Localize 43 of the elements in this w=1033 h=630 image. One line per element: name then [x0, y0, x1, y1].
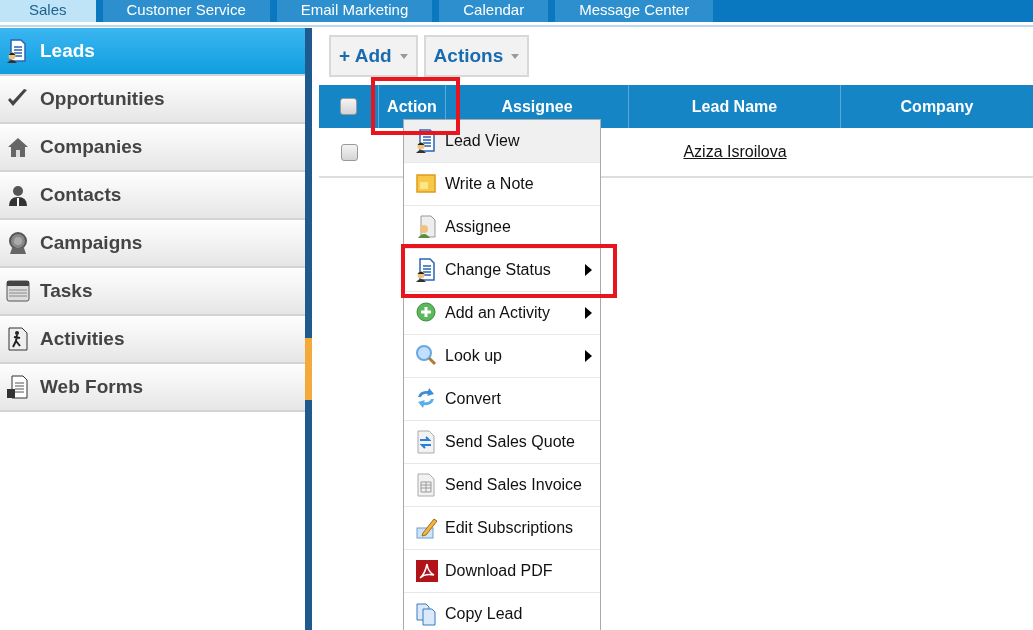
pencil-icon: [415, 516, 439, 540]
tab[interactable]: Email Marketing: [276, 0, 433, 22]
menu-item[interactable]: Send Sales Invoice: [404, 464, 600, 507]
toolbar-button[interactable]: Actions: [423, 35, 530, 77]
caret-icon: [399, 53, 408, 59]
house-icon: [6, 135, 30, 159]
select-all-checkbox[interactable]: [340, 98, 357, 115]
menu-item[interactable]: Edit Subscriptions: [404, 507, 600, 550]
menu-item[interactable]: Lead View: [404, 120, 600, 163]
magnifier-icon: [415, 344, 439, 368]
splitter-bar[interactable]: [305, 28, 312, 630]
copy-pages-icon: [415, 602, 439, 626]
document-icon: [6, 375, 30, 399]
menu-item[interactable]: Convert: [404, 378, 600, 421]
menu-item[interactable]: Download PDF: [404, 550, 600, 593]
column-header[interactable]: Action: [387, 97, 437, 116]
menu-item[interactable]: Copy Lead: [404, 593, 600, 630]
menu-item[interactable]: Add an Activity: [404, 292, 600, 335]
menu-item[interactable]: Send Sales Quote: [404, 421, 600, 464]
tab[interactable]: Message Center: [555, 0, 714, 22]
tab[interactable]: Customer Service: [102, 0, 270, 22]
menu-item[interactable]: Assignee: [404, 206, 600, 249]
tab[interactable]: Sales: [0, 0, 96, 22]
row-checkbox[interactable]: [340, 143, 358, 161]
collapse-handle[interactable]: [305, 338, 312, 400]
caret-icon: [511, 53, 520, 59]
pdf-icon: [415, 559, 439, 583]
note-icon: [415, 172, 439, 196]
plus-circle-icon: [415, 301, 439, 325]
list-icon: [6, 279, 30, 303]
tab[interactable]: Calendar: [439, 0, 549, 22]
running-figure-icon: [6, 327, 30, 351]
person-icon: [415, 215, 439, 239]
person-icon: [6, 183, 30, 207]
column-header[interactable]: Company: [900, 97, 974, 116]
menu-item[interactable]: Change Status: [404, 249, 600, 292]
toolbar-button[interactable]: + Add: [329, 35, 418, 77]
menu-item[interactable]: Write a Note: [404, 163, 600, 206]
column-header[interactable]: Lead Name: [691, 97, 778, 116]
menu-item[interactable]: Look up: [404, 335, 600, 378]
medal-icon: [6, 231, 30, 255]
column-header[interactable]: Assignee: [501, 97, 573, 116]
lead-name-link[interactable]: Aziza Isroilova: [683, 143, 787, 161]
